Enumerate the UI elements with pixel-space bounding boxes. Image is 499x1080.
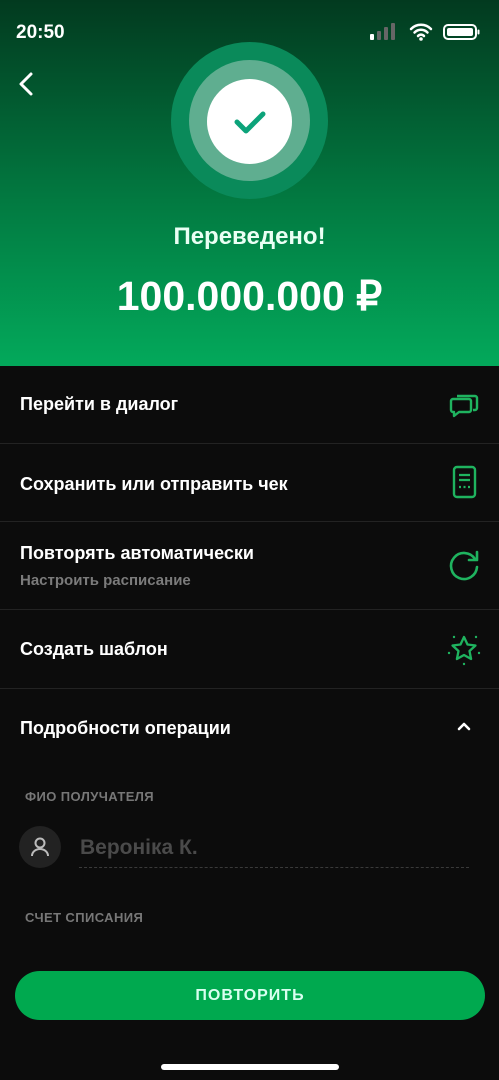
account-caption: СЧЕТ СПИСАНИЯ: [25, 910, 144, 925]
person-icon: [31, 837, 49, 857]
battery-icon: [443, 24, 480, 40]
chevron-up-icon: [457, 722, 471, 731]
transfer-amount: 100.000.000 ₽: [116, 273, 383, 319]
action-repeat-automatically[interactable]: Повторять автоматически Настроить распис…: [0, 522, 499, 610]
details-toggle[interactable]: Подробности операции: [0, 689, 499, 767]
action-sublabel: Настроить расписание: [20, 572, 191, 589]
recipient-caption: ФИО ПОЛУЧАТЕЛЯ: [25, 789, 155, 804]
back-button[interactable]: [14, 70, 40, 98]
repeat-button[interactable]: ПОВТОРИТЬ: [15, 971, 485, 1020]
recipient-underline: [79, 867, 469, 868]
success-header: 20:50 Переведено! 100.000.000 ₽: [0, 0, 499, 366]
recipient-name: Вероніка К.: [80, 836, 198, 859]
success-badge-center: [207, 79, 292, 164]
action-label: Повторять автоматически: [20, 543, 254, 563]
status-icons: [369, 23, 481, 41]
action-label: Создать шаблон: [20, 639, 168, 659]
signal-icon: [370, 23, 395, 40]
home-indicator[interactable]: [161, 1064, 339, 1070]
action-label: Сохранить или отправить чек: [20, 474, 288, 494]
avatar: [19, 826, 61, 868]
transfer-status-title: Переведено!: [173, 223, 326, 250]
action-label: Перейти в диалог: [20, 394, 179, 414]
checkmark-icon: [234, 111, 265, 133]
chat-icon: [449, 394, 479, 418]
action-create-template[interactable]: Создать шаблон: [0, 610, 499, 689]
repeat-icon: [449, 550, 479, 581]
wifi-icon: [409, 23, 433, 41]
star-icon: [447, 635, 481, 666]
action-save-receipt[interactable]: Сохранить или отправить чек: [0, 444, 499, 522]
receipt-icon: [452, 465, 477, 499]
action-go-to-dialog[interactable]: Перейти в диалог: [0, 366, 499, 444]
status-time: 20:50: [16, 22, 65, 43]
details-title: Подробности операции: [20, 718, 231, 738]
